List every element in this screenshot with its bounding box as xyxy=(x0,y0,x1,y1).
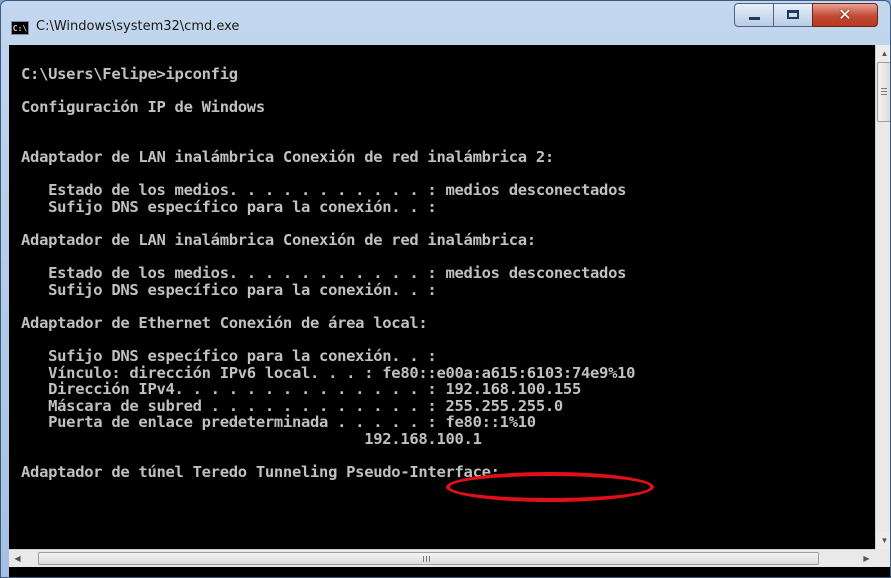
cmd-window: C:\ C:\Windows\system32\cmd.exe ✕ C:\Use… xyxy=(0,0,891,578)
scroll-right-arrow-icon[interactable]: ▶ xyxy=(858,550,875,567)
console-output[interactable]: C:\Users\Felipe>ipconfig Configuración IP… xyxy=(9,45,875,549)
console-client-area: C:\Users\Felipe>ipconfig Configuración IP… xyxy=(9,45,890,577)
console-line: Puerta de enlace predeterminada . . . . … xyxy=(21,413,536,432)
console-line: Configuración IP de Windows xyxy=(21,98,265,117)
vertical-scroll-thumb[interactable] xyxy=(877,62,890,122)
maximize-button[interactable] xyxy=(773,3,813,27)
scroll-up-arrow-icon[interactable]: ▲ xyxy=(876,45,890,62)
console-line: Adaptador de Ethernet Conexión de área l… xyxy=(21,313,428,332)
console-line: Máscara de subred . . . . . . . . . . . … xyxy=(21,396,563,415)
vertical-scrollbar[interactable]: ▲ ▼ xyxy=(875,45,890,549)
scrollbar-corner xyxy=(875,549,890,567)
minimize-button[interactable] xyxy=(734,3,774,27)
console-line: Adaptador de LAN inalámbrica Conexión de… xyxy=(21,147,554,166)
console-line: Sufijo DNS específico para la conexión. … xyxy=(21,280,437,299)
console-line: Estado de los medios. . . . . . . . . . … xyxy=(21,181,627,200)
window-title: C:\Windows\system32\cmd.exe xyxy=(36,19,240,34)
console-line: Sufijo DNS específico para la conexión. … xyxy=(21,197,437,216)
console-line: C:\Users\Felipe>ipconfig xyxy=(21,65,238,83)
scroll-down-arrow-icon[interactable]: ▼ xyxy=(876,532,890,549)
console-line: Sufijo DNS específico para la conexión. … xyxy=(21,347,437,366)
minimize-icon xyxy=(749,17,760,20)
console-line: Adaptador de túnel Teredo Tunneling Pseu… xyxy=(21,463,500,482)
close-icon: ✕ xyxy=(838,5,852,24)
maximize-icon xyxy=(787,10,799,19)
console-line: Dirección IPv4. . . . . . . . . . . . . … xyxy=(21,380,581,399)
console-line: 192.168.100.1 xyxy=(21,430,482,449)
horizontal-scroll-thumb[interactable] xyxy=(38,552,819,565)
console-line: Estado de los medios. . . . . . . . . . … xyxy=(21,264,627,283)
title-bar[interactable]: C:\ C:\Windows\system32\cmd.exe ✕ xyxy=(1,1,890,45)
console-line: Vínculo: dirección IPv6 local. . . : fe8… xyxy=(21,363,636,382)
cmd-app-icon[interactable]: C:\ xyxy=(11,21,29,35)
console-line: Adaptador de LAN inalámbrica Conexión de… xyxy=(21,230,536,249)
scroll-left-arrow-icon[interactable]: ◀ xyxy=(9,550,26,567)
close-button[interactable]: ✕ xyxy=(812,3,878,27)
gateway-highlight-circle xyxy=(446,472,654,502)
horizontal-scrollbar[interactable]: ◀ ▶ xyxy=(9,549,875,567)
